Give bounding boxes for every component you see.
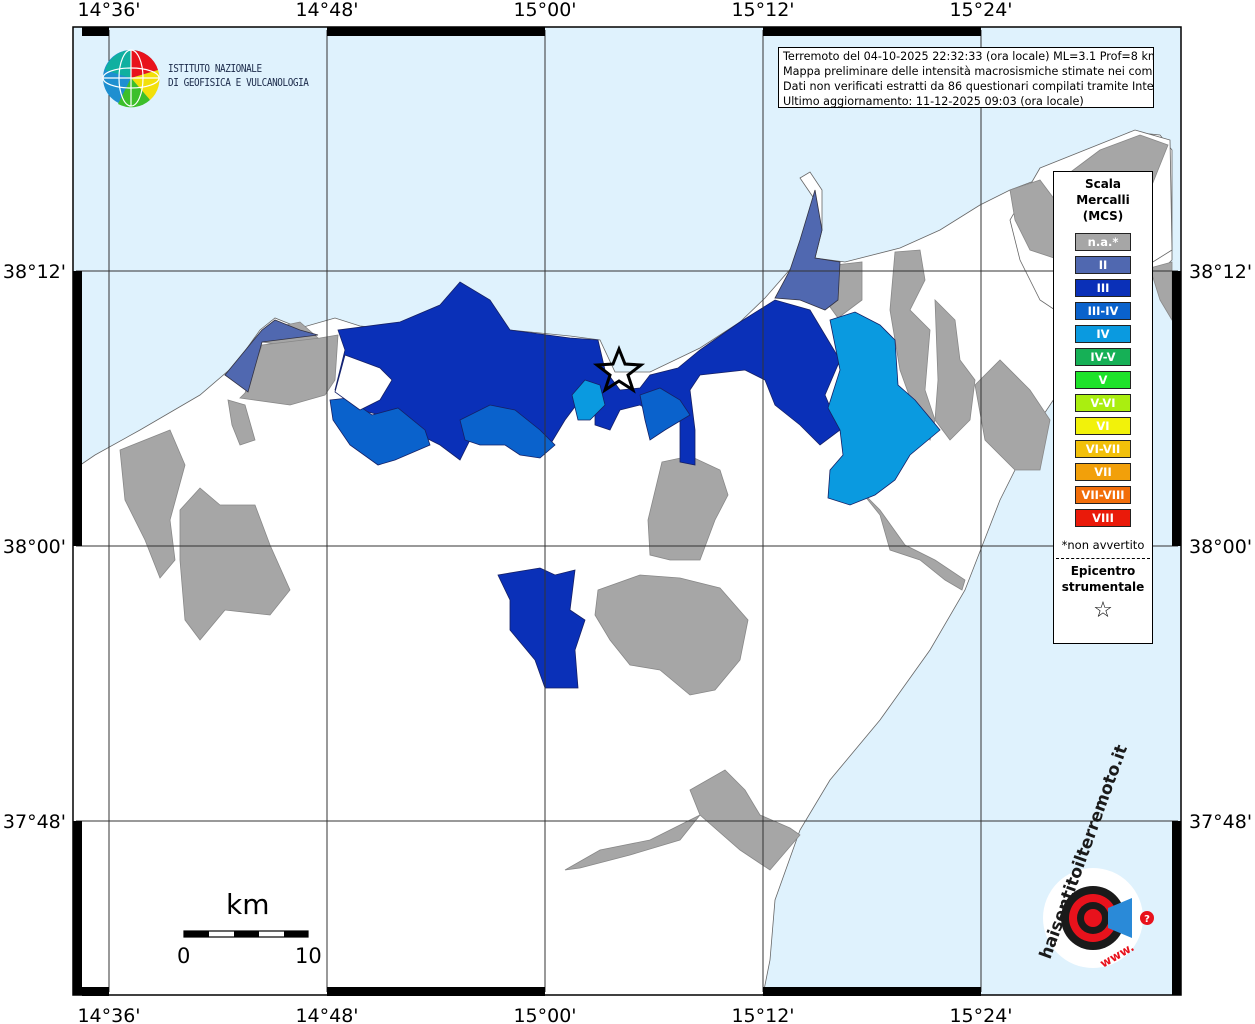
legend-item: n.a.* bbox=[1075, 233, 1131, 251]
scale-bar bbox=[183, 930, 309, 938]
legend-item: VII-VIII bbox=[1075, 486, 1131, 504]
legend-separator bbox=[1056, 558, 1150, 559]
lon-label: 14°36' bbox=[77, 0, 140, 21]
lon-label: 15°24' bbox=[949, 1005, 1012, 1024]
legend-item: III-IV bbox=[1075, 302, 1131, 320]
lon-label: 14°48' bbox=[295, 1005, 358, 1024]
legend-item: II bbox=[1075, 256, 1131, 274]
legend-item: III bbox=[1075, 279, 1131, 297]
lon-label: 14°48' bbox=[295, 0, 358, 21]
info-line-4: Ultimo aggiornamento: 11-12-2025 09:03 (… bbox=[783, 95, 1084, 108]
legend-item: VI bbox=[1075, 417, 1131, 435]
info-line-1: Terremoto del 04-10-2025 22:32:33 (ora l… bbox=[783, 50, 1154, 63]
legend-epicenter-label: Epicentro strumentale bbox=[1061, 564, 1145, 594]
lon-label: 15°00' bbox=[513, 0, 576, 21]
legend-items: n.a.* II III III-IV IV IV-V V V-VI VI VI-VII VII VI… bbox=[1054, 233, 1152, 527]
lon-label: 15°12' bbox=[731, 1005, 794, 1024]
intensity-legend: Scala Mercalli (MCS) n.a.* II III III-IV IV I… bbox=[1053, 171, 1153, 644]
lon-labels-top: 14°36' 14°48' 15°00' 15°12' 15°24' bbox=[77, 0, 1012, 21]
ingv-logo-line1: ISTITUTO NAZIONALE bbox=[168, 62, 262, 75]
lat-label: 38°00' bbox=[3, 536, 66, 558]
earthquake-info-box: Terremoto del 04-10-2025 22:32:33 (ora l… bbox=[778, 47, 1154, 108]
scale-unit: km bbox=[226, 888, 270, 921]
legend-item: V-VI bbox=[1075, 394, 1131, 412]
lon-labels-bottom: 14°36' 14°48' 15°00' 15°12' 15°24' bbox=[77, 1005, 1012, 1024]
legend-item: IV bbox=[1075, 325, 1131, 343]
legend-item: V bbox=[1075, 371, 1131, 389]
lon-label: 14°36' bbox=[77, 1005, 140, 1024]
legend-item: VI-VII bbox=[1075, 440, 1131, 458]
ingv-logo-text: ISTITUTO NAZIONALE DI GEOFISICA E VULCAN… bbox=[168, 62, 309, 90]
lon-label: 15°00' bbox=[513, 1005, 576, 1024]
ingv-logo-line2: DI GEOFISICA E VULCANOLOGIA bbox=[168, 76, 309, 89]
lon-label: 15°12' bbox=[731, 0, 794, 21]
lat-label: 38°00' bbox=[1189, 536, 1252, 558]
info-line-3: Dati non verificati estratti da 86 quest… bbox=[783, 80, 1154, 93]
scale-min: 0 bbox=[177, 944, 191, 968]
lat-label: 37°48' bbox=[1189, 811, 1252, 833]
lat-labels-left: 38°12' 38°00' 37°48' bbox=[3, 261, 66, 833]
svg-text:?: ? bbox=[1144, 914, 1150, 925]
lat-label: 37°48' bbox=[3, 811, 66, 833]
lat-labels-right: 38°12' 38°00' 37°48' bbox=[1189, 261, 1252, 833]
legend-item: VIII bbox=[1075, 509, 1131, 527]
legend-title: Scala Mercalli (MCS) bbox=[1076, 177, 1130, 223]
legend-note: *non avvertito bbox=[1061, 538, 1145, 552]
legend-item: IV-V bbox=[1075, 348, 1131, 366]
legend-star-icon: ☆ bbox=[1093, 598, 1113, 623]
legend-item: VII bbox=[1075, 463, 1131, 481]
lat-label: 38°12' bbox=[3, 261, 66, 283]
lat-label: 38°12' bbox=[1189, 261, 1252, 283]
scale-max: 10 bbox=[295, 944, 322, 968]
lon-label: 15°24' bbox=[949, 0, 1012, 21]
info-line-2: Mappa preliminare delle intensità macros… bbox=[783, 65, 1154, 78]
